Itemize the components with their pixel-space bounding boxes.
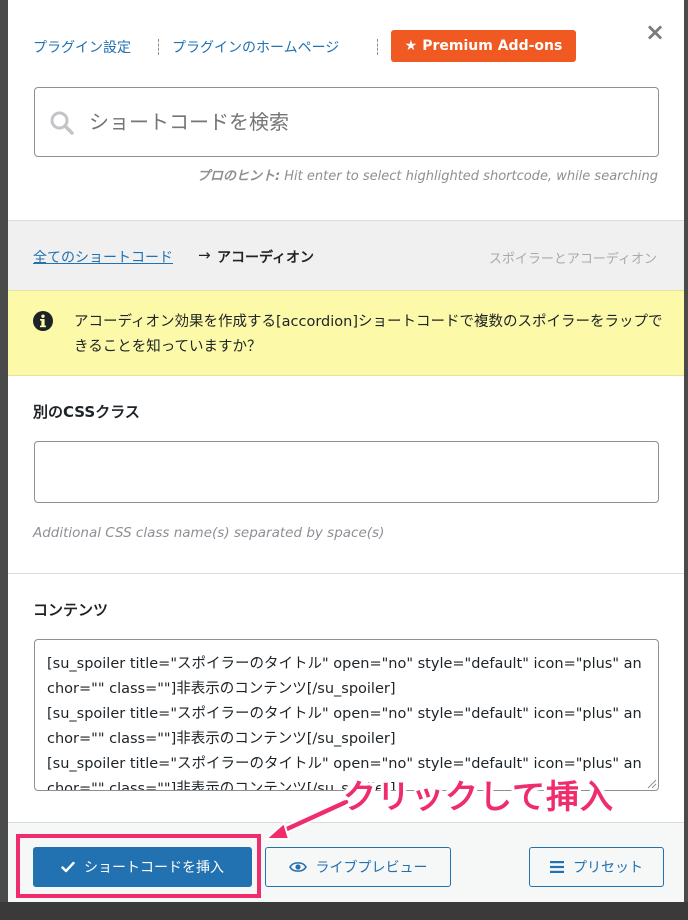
search-box[interactable] [34,87,659,157]
tip-notice: アコーディオン効果を作成する[accordion]ショートコードで複数のスポイラ… [8,290,684,376]
breadcrumb-current: アコーディオン [217,250,315,266]
css-class-label: 別のCSSクラス [33,403,140,421]
shortcode-modal: プラグイン設定 プラグインのホームページ ★ Premium Add-ons ×… [8,0,684,902]
search-input[interactable] [87,88,647,156]
background-page [0,0,8,920]
css-class-description: Additional CSS class name(s) separated b… [33,525,385,541]
link-separator [377,39,378,55]
plugin-homepage-link[interactable]: プラグインのホームページ [172,37,339,57]
shortcode-description: スポイラーとアコーディオン [488,252,657,267]
plugin-settings-link[interactable]: プラグイン設定 [33,37,131,57]
content-label: コンテンツ [33,601,109,619]
resize-grip-icon[interactable] [645,777,657,789]
divider [8,573,684,574]
premium-addons-label: Premium Add-ons [422,38,563,54]
search-hint: プロのヒント: Hit enter to select highlighted … [197,165,658,184]
modal-header: プラグイン設定 プラグインのホームページ ★ Premium Add-ons ×… [8,0,684,220]
live-preview-button[interactable]: ライブプレビュー [265,847,451,887]
info-icon [33,311,53,331]
link-separator [158,39,159,55]
breadcrumb-arrow: → [198,246,211,264]
background-page-bottom [0,902,688,920]
search-icon [50,111,74,135]
presets-button[interactable]: プリセット [529,847,664,887]
presets-label: プリセット [573,860,643,876]
annotation-arrow [263,798,350,840]
star-icon: ★ [404,38,418,54]
breadcrumb: 全てのショートコード → アコーディオン スポイラーとアコーディオン [8,220,684,290]
hint-text: Hit enter to select highlighted shortcod… [280,169,658,184]
premium-addons-button[interactable]: ★ Premium Add-ons [391,30,576,62]
all-shortcodes-link[interactable]: 全てのショートコード [33,247,173,267]
tip-notice-text: アコーディオン効果を作成する[accordion]ショートコードで複数のスポイラ… [74,314,663,355]
content-textarea[interactable]: [su_spoiler title="スポイラーのタイトル" open="no"… [34,639,659,791]
css-class-input[interactable] [34,441,659,503]
background-page-right [684,0,688,920]
menu-icon [550,861,564,873]
live-preview-label: ライブプレビュー [315,860,428,876]
highlight-box [16,834,261,898]
eye-icon [288,862,307,872]
hint-prefix: プロのヒント: [196,169,281,184]
annotation-text: クリックして挿入 [343,777,615,816]
close-icon[interactable]: × [644,20,666,44]
